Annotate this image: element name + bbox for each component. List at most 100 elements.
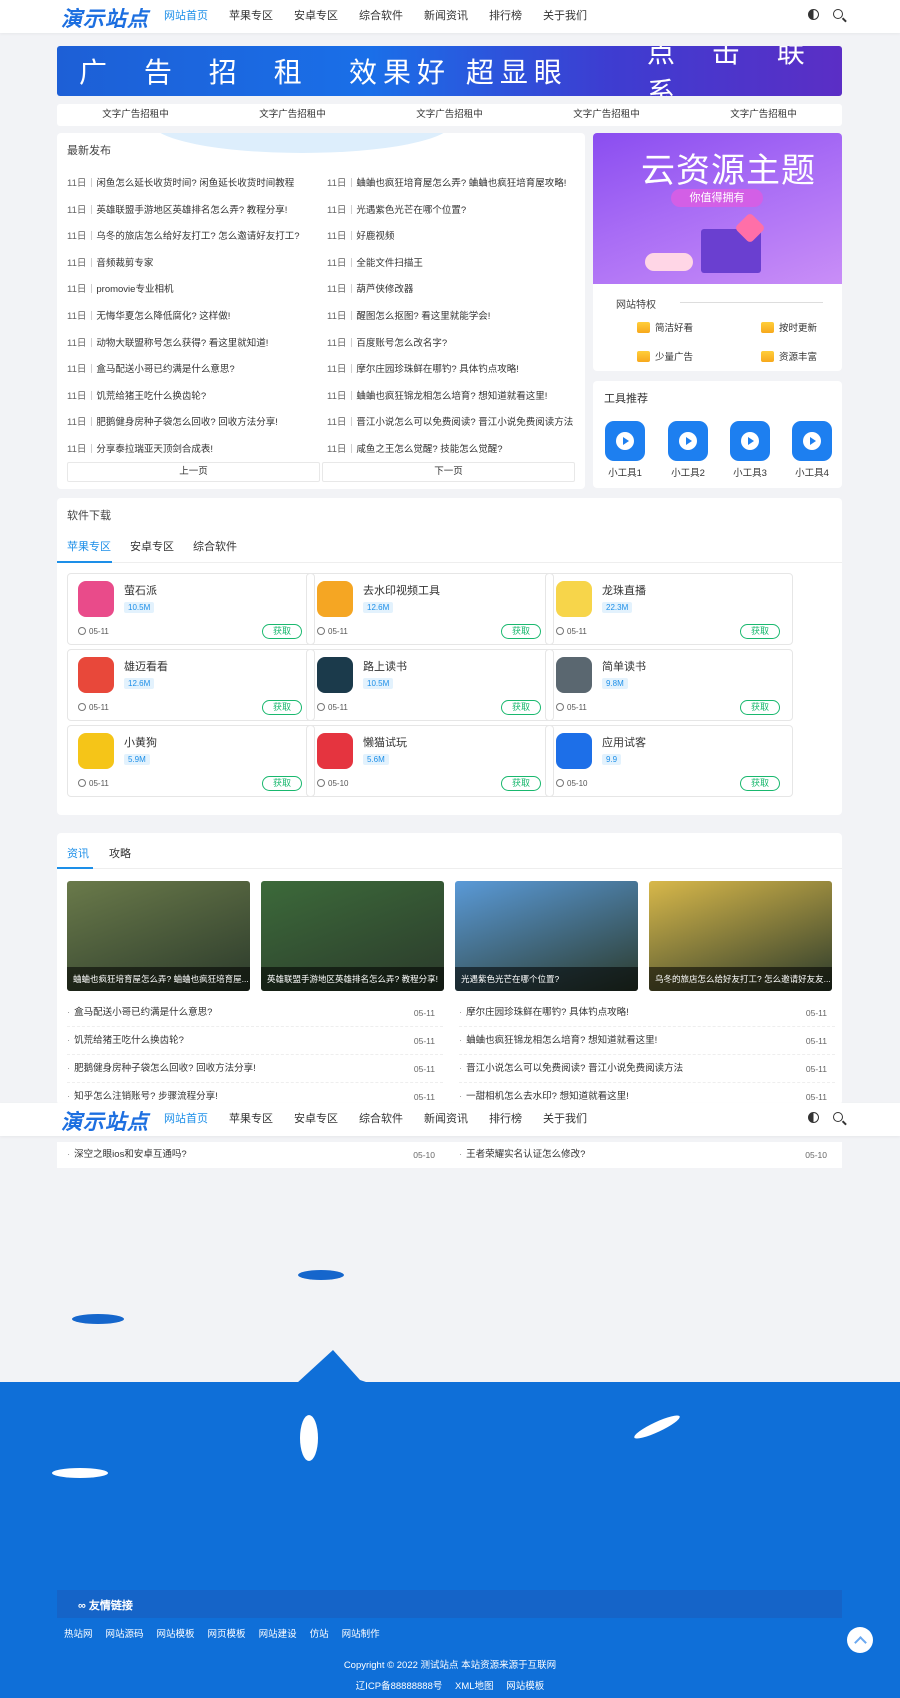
list-title[interactable]: 百度账号怎么改名字? (356, 338, 447, 349)
text-ad[interactable]: 文字广告招租中 (528, 104, 685, 126)
app-card[interactable]: 萤石派 10.5M 05-11 获取 (67, 573, 315, 645)
get-button[interactable]: 获取 (740, 700, 780, 715)
text-ad[interactable]: 文字广告招租中 (685, 104, 842, 126)
get-button[interactable]: 获取 (262, 624, 302, 639)
app-card[interactable]: 懒猫试玩 5.6M 05-10 获取 (306, 725, 554, 797)
app-name[interactable]: 应用试客 (602, 734, 646, 750)
app-name[interactable]: 懒猫试玩 (363, 734, 407, 750)
template-link[interactable]: 网站模板 (506, 1681, 544, 1692)
app-card[interactable]: 简单读书 9.8M 05-11 获取 (545, 649, 793, 721)
promo-image[interactable]: 云资源主题 你值得拥有 (593, 133, 842, 284)
friend-link[interactable]: 网站制作 (342, 1626, 380, 1640)
list-title[interactable]: 醒图怎么抠图? 看这里就能学会! (356, 311, 490, 322)
nav-about[interactable]: 关于我们 (543, 0, 587, 33)
tab-software[interactable]: 综合软件 (193, 538, 237, 554)
ad-banner[interactable]: 广 告 招 租 效果好 超显眼 点 击 联 系 (57, 46, 842, 96)
list-title[interactable]: 音频裁剪专家 (96, 258, 153, 269)
list-title[interactable]: 分享泰拉瑞亚天顶剑合成表! (96, 444, 213, 455)
list-title[interactable]: promovie专业相机 (96, 284, 173, 295)
app-name[interactable]: 萤石派 (124, 582, 157, 598)
news-thumbnail[interactable]: 蛐蛐也疯狂培育屋怎么弄? 蛐蛐也疯狂培育屋... (67, 881, 250, 991)
icp-link[interactable]: 辽ICP备88888888号 (356, 1681, 443, 1692)
site-logo[interactable]: 演示站点 (61, 3, 149, 33)
news-link[interactable]: 摩尔庄园珍珠鲜在哪钓? 具体钓点攻略! 05-11 (459, 999, 835, 1027)
list-item[interactable]: 11日 肥鹅健身房种子袋怎么回收? 回收方法分享! (67, 414, 300, 441)
app-name[interactable]: 雄迈看看 (124, 658, 168, 674)
nav-home[interactable]: 网站首页 (164, 0, 208, 33)
sitemap-link[interactable]: XML地图 (455, 1681, 494, 1692)
list-item[interactable]: 11日 闲鱼怎么延长收货时间? 闲鱼延长收货时间教程 (67, 175, 300, 202)
list-item[interactable]: 11日 摩尔庄园珍珠鲜在哪钓? 具体钓点攻略! (327, 361, 573, 388)
news-title[interactable]: 知乎怎么注销账号? 步骤流程分享! (74, 1091, 218, 1102)
friend-link[interactable]: 热站网 (64, 1626, 93, 1640)
news-link[interactable]: 知乎怎么注销账号? 步骤流程分享! 05-11 (67, 1083, 443, 1105)
list-title[interactable]: 全能文件扫描王 (356, 258, 423, 269)
news-title[interactable]: 蛐蛐也疯狂锦龙相怎么培育? 想知道就看这里! (466, 1035, 657, 1046)
nav-apple[interactable]: 苹果专区 (229, 0, 273, 33)
list-item[interactable]: 11日 晋江小说怎么可以免费阅读? 晋江小说免费阅读方法 (327, 414, 573, 441)
nav-ranking[interactable]: 排行榜 (489, 0, 522, 33)
app-card[interactable]: 路上读书 10.5M 05-11 获取 (306, 649, 554, 721)
friend-link[interactable]: 仿站 (310, 1626, 329, 1640)
get-button[interactable]: 获取 (501, 776, 541, 791)
text-ad[interactable]: 文字广告招租中 (371, 104, 528, 126)
text-ad[interactable]: 文字广告招租中 (214, 104, 371, 126)
news-title[interactable]: 盒马配送小哥已约满是什么意思? (74, 1007, 212, 1018)
tool-item[interactable]: 小工具4 (790, 421, 834, 479)
list-item[interactable]: 11日 百度账号怎么改名字? (327, 335, 573, 362)
app-name[interactable]: 龙珠直播 (602, 582, 646, 598)
tab-android[interactable]: 安卓专区 (130, 538, 174, 554)
list-title[interactable]: 动物大联盟称号怎么获得? 看这里就知道! (96, 338, 268, 349)
app-name[interactable]: 小黄狗 (124, 734, 157, 750)
list-item[interactable]: 11日 蛐蛐也疯狂锦龙相怎么培育? 想知道就看这里! (327, 388, 573, 415)
list-item[interactable]: 11日 英雄联盟手游地区英雄排名怎么弄? 教程分享! (67, 202, 300, 229)
list-title[interactable]: 无悔华夏怎么降低腐化? 这样做! (96, 311, 230, 322)
list-title[interactable]: 晋江小说怎么可以免费阅读? 晋江小说免费阅读方法 (356, 417, 573, 428)
list-title[interactable]: 好鹿视频 (356, 231, 394, 242)
app-card[interactable]: 应用试客 9.9 05-10 获取 (545, 725, 793, 797)
tab-guides[interactable]: 攻略 (109, 845, 131, 861)
nav-software[interactable]: 综合软件 (359, 0, 403, 33)
news-title[interactable]: 晋江小说怎么可以免费阅读? 晋江小说免费阅读方法 (466, 1063, 683, 1074)
get-button[interactable]: 获取 (740, 776, 780, 791)
news-thumbnail[interactable]: 乌冬的旅店怎么给好友打工? 怎么邀请好友友... (649, 881, 832, 991)
list-title[interactable]: 蛐蛐也疯狂锦龙相怎么培育? 想知道就看这里! (356, 391, 547, 402)
list-item[interactable]: 11日 动物大联盟称号怎么获得? 看这里就知道! (67, 335, 300, 362)
next-page-button[interactable]: 下一页 (322, 462, 575, 482)
theme-toggle-icon[interactable] (808, 9, 819, 20)
news-link[interactable]: 肥鹅健身房种子袋怎么回收? 回收方法分享! 05-11 (67, 1055, 443, 1083)
list-item[interactable]: 11日 光遇紫色光芒在哪个位置? (327, 202, 573, 229)
list-item[interactable]: 11日 蛐蛐也疯狂培育屋怎么弄? 蛐蛐也疯狂培育屋攻略! (327, 175, 573, 202)
list-title[interactable]: 咸鱼之王怎么觉醒? 技能怎么觉醒? (356, 444, 502, 455)
friend-link[interactable]: 网站建设 (259, 1626, 297, 1640)
nav-android[interactable]: 安卓专区 (294, 0, 338, 33)
news-thumbnail[interactable]: 光遇紫色光芒在哪个位置? (455, 881, 638, 991)
list-title[interactable]: 盒马配送小哥已约满是什么意思? (96, 364, 234, 375)
news-link[interactable]: 一甜相机怎么去水印? 想知道就看这里! 05-11 (459, 1083, 835, 1105)
app-name[interactable]: 简单读书 (602, 658, 646, 674)
list-item[interactable]: 11日 乌冬的旅店怎么给好友打工? 怎么邀请好友打工? (67, 228, 300, 255)
news-title[interactable]: 饥荒给猪王吃什么换齿轮? (74, 1035, 184, 1046)
list-item[interactable]: 11日 饥荒给猪王吃什么换齿轮? (67, 388, 300, 415)
news-link[interactable]: 饥荒给猪王吃什么换齿轮? 05-11 (67, 1027, 443, 1055)
list-title[interactable]: 英雄联盟手游地区英雄排名怎么弄? 教程分享! (96, 205, 287, 216)
app-card[interactable]: 小黄狗 5.9M 05-11 获取 (67, 725, 315, 797)
friend-link[interactable]: 网站模板 (157, 1626, 195, 1640)
list-title[interactable]: 光遇紫色光芒在哪个位置? (356, 205, 466, 216)
tool-item[interactable]: 小工具3 (728, 421, 772, 479)
get-button[interactable]: 获取 (740, 624, 780, 639)
tool-item[interactable]: 小工具1 (603, 421, 647, 479)
list-item[interactable]: 11日 promovie专业相机 (67, 281, 300, 308)
app-name[interactable]: 去水印视频工具 (363, 582, 440, 598)
get-button[interactable]: 获取 (501, 700, 541, 715)
list-title[interactable]: 葫芦侠修改器 (356, 284, 413, 295)
get-button[interactable]: 获取 (262, 776, 302, 791)
list-title[interactable]: 肥鹅健身房种子袋怎么回收? 回收方法分享! (96, 417, 278, 428)
list-title[interactable]: 饥荒给猪王吃什么换齿轮? (96, 391, 206, 402)
app-card[interactable]: 雄迈看看 12.6M 05-11 获取 (67, 649, 315, 721)
get-button[interactable]: 获取 (262, 700, 302, 715)
tab-news[interactable]: 资讯 (67, 845, 89, 861)
search-icon[interactable] (833, 9, 843, 19)
nav-news[interactable]: 新闻资讯 (424, 0, 468, 33)
news-link[interactable]: 蛐蛐也疯狂锦龙相怎么培育? 想知道就看这里! 05-11 (459, 1027, 835, 1055)
